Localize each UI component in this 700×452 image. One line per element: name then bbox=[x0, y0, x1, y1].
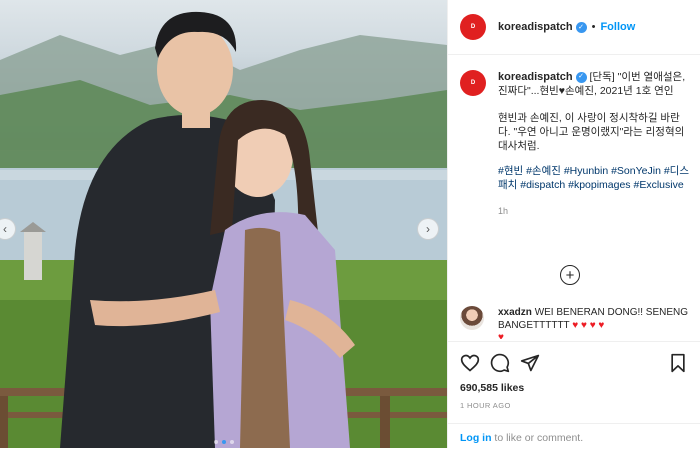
caption: D koreadispatch ✓ [단독] "이번 열애설은, 진짜다"...현… bbox=[460, 70, 690, 218]
post-header: D koreadispatch ✓ • Follow bbox=[448, 0, 700, 55]
heart-icon[interactable] bbox=[460, 353, 480, 373]
caption-paragraph: 현빈과 손예진, 이 사랑이 정시착하길 바란다. "우연 아니고 운명이랬지"… bbox=[498, 112, 685, 152]
load-more-comments-button[interactable]: + bbox=[560, 265, 580, 285]
login-link[interactable]: Log in bbox=[460, 432, 492, 444]
likes-count[interactable]: 690,585 likes bbox=[460, 382, 688, 394]
verified-badge-icon: ✓ bbox=[575, 71, 587, 83]
chevron-right-icon: › bbox=[426, 222, 430, 236]
comment-hearts: ♥ ♥ ♥ ♥ bbox=[572, 320, 605, 331]
comment-icon[interactable] bbox=[490, 353, 510, 373]
instagram-post: ‹ › D koreadispatch ✓ • Follow D koreadi… bbox=[0, 0, 700, 448]
action-bar: 690,585 likes 1 HOUR AGO bbox=[448, 341, 700, 410]
caption-first-paragraph: koreadispatch ✓ [단독] "이번 열애설은, 진짜다"...현빈♥… bbox=[498, 70, 690, 98]
header-username[interactable]: koreadispatch bbox=[498, 21, 573, 33]
carousel-indicator bbox=[0, 440, 447, 444]
caption-username[interactable]: koreadispatch bbox=[498, 71, 573, 83]
follow-button[interactable]: Follow bbox=[600, 21, 635, 33]
separator-dot: • bbox=[591, 21, 596, 33]
action-icons bbox=[448, 342, 700, 374]
carousel-dot bbox=[229, 440, 234, 444]
avatar-logo-text: D bbox=[470, 80, 476, 86]
post-time[interactable]: 1 HOUR AGO bbox=[460, 401, 688, 410]
caption-avatar[interactable]: D bbox=[460, 70, 486, 96]
bookmark-icon[interactable] bbox=[668, 353, 688, 373]
caption-hashtags[interactable]: #현빈 #손예진 #Hyunbin #SonYeJin #디스패치 #dispa… bbox=[498, 164, 690, 192]
caption-body: koreadispatch ✓ [단독] "이번 열애설은, 진짜다"...현빈♥… bbox=[498, 70, 690, 218]
login-prompt-text: to like or comment. bbox=[491, 432, 584, 444]
carousel-dot bbox=[213, 440, 218, 444]
plus-icon: + bbox=[565, 266, 575, 284]
post-photo: ‹ › bbox=[0, 0, 447, 448]
verified-badge-icon: ✓ bbox=[575, 21, 587, 33]
commenter-username[interactable]: xxadzn bbox=[498, 307, 532, 318]
next-photo-button[interactable]: › bbox=[417, 218, 439, 240]
carousel-dot-active bbox=[221, 440, 226, 444]
share-icon[interactable] bbox=[520, 353, 540, 373]
comment-item: xxadzn WEI BENERAN DONG!! SENENG BANGETT… bbox=[460, 306, 690, 339]
photo-illustration bbox=[0, 11, 447, 448]
avatar[interactable]: D bbox=[460, 14, 486, 40]
avatar-logo-text: D bbox=[470, 24, 476, 30]
comment-body: xxadzn WEI BENERAN DONG!! SENENG BANGETT… bbox=[498, 306, 690, 339]
commenter-avatar[interactable] bbox=[460, 306, 484, 330]
caption-timestamp: 1h bbox=[498, 206, 509, 216]
chevron-left-icon: ‹ bbox=[3, 222, 7, 236]
comment-clipped-heart: ♥ bbox=[498, 333, 504, 339]
post-side-panel: D koreadispatch ✓ • Follow D koreadispat… bbox=[447, 0, 700, 448]
